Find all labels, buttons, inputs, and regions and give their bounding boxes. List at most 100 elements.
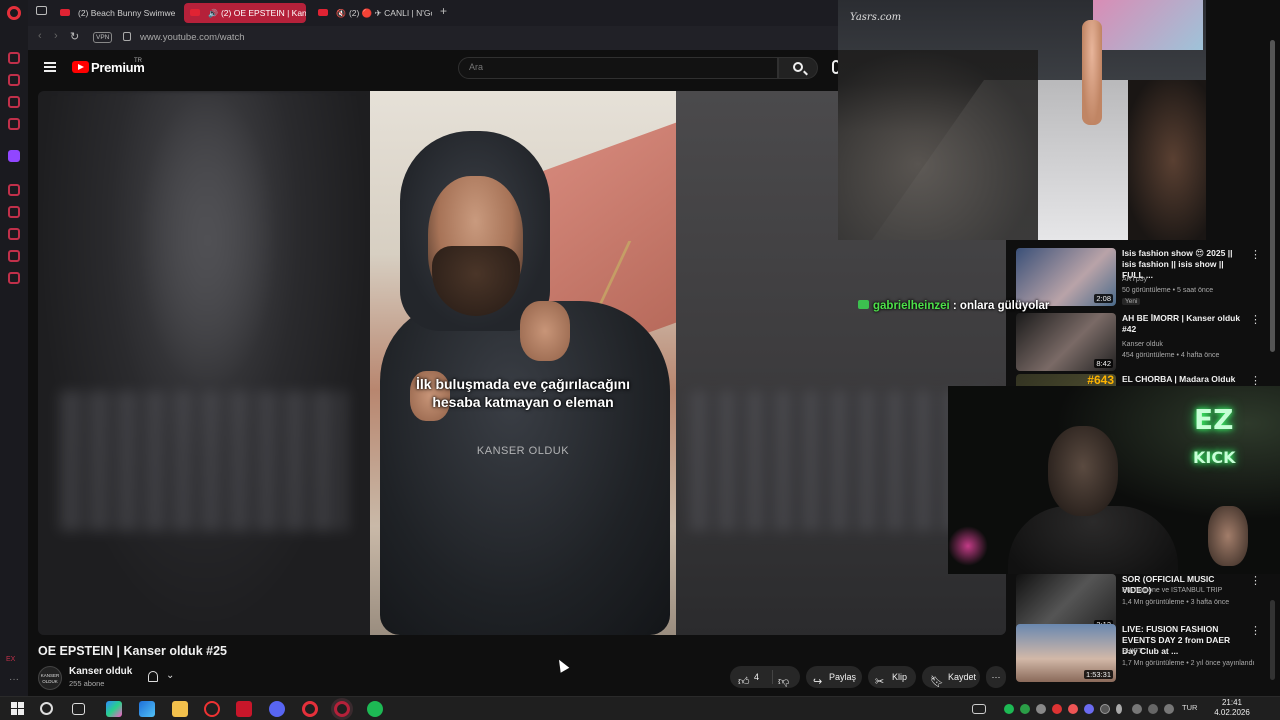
clip-button[interactable]: ✂ Klip [868, 666, 916, 688]
spotify-tray-icon[interactable] [1004, 704, 1014, 714]
tab-canli[interactable]: 🔇(2) 🔴 ✈ CANLI | N'Golo [312, 3, 432, 23]
obs-icon[interactable] [204, 701, 220, 717]
tray-app-icon[interactable] [1100, 704, 1110, 714]
language-indicator[interactable]: TUR [1182, 703, 1197, 712]
backdrop-screen [1093, 0, 1203, 50]
ez-neon-sign: EZ [1194, 403, 1234, 436]
channel-name[interactable]: Kanser olduk [1122, 341, 1163, 348]
messenger-icon[interactable] [8, 74, 20, 86]
more-options-icon[interactable]: ⋮ [1250, 313, 1261, 326]
like-count[interactable]: 4 [754, 666, 759, 688]
forward-icon[interactable]: › [54, 30, 58, 42]
video-title[interactable]: AH BE İMORR | Kanser olduk #42 [1122, 313, 1246, 335]
tray-app-icon[interactable] [1132, 704, 1142, 714]
back-icon[interactable]: ‹ [38, 30, 42, 42]
video-editor-icon[interactable] [236, 701, 252, 717]
extensions-icon[interactable] [8, 250, 20, 262]
save-button[interactable]: 🔖︎ Kaydet [922, 666, 980, 688]
mail-icon[interactable] [8, 118, 20, 130]
sidebar-more-icon[interactable]: ··· [9, 674, 19, 685]
video-thumbnail[interactable]: 1:53:31 [1016, 624, 1116, 682]
settings-icon[interactable] [8, 272, 20, 284]
video-title[interactable]: EL CHORBA | Madara Olduk [1122, 374, 1246, 385]
copilot-icon[interactable] [106, 701, 122, 717]
save-label: Kaydet [948, 672, 977, 682]
discord-icon[interactable] [269, 701, 285, 717]
kick-neon-sign: KICK [1193, 448, 1236, 467]
list-item[interactable]: 1:53:31 LIVE: FUSION FASHION EVENTS DAY … [1016, 624, 1266, 684]
instagram-icon[interactable] [8, 96, 20, 108]
opera-logo-icon[interactable] [7, 6, 21, 20]
reload-icon[interactable]: ↻ [70, 30, 79, 43]
hamburger-menu-icon[interactable] [44, 62, 56, 72]
channel-avatar[interactable]: KANSER OLDUK [38, 666, 62, 690]
more-actions-button[interactable]: ··· [986, 666, 1006, 688]
dislike-icon[interactable]: 👎︎ [778, 671, 789, 693]
share-button[interactable]: ↪ Paylaş [806, 666, 862, 688]
chevron-down-icon: ⌄ [166, 670, 175, 681]
runway-model [1082, 20, 1102, 125]
microphone-tray-icon[interactable] [1116, 704, 1122, 714]
like-icon[interactable]: 👍︎ [738, 671, 750, 693]
tab-menu-icon[interactable] [36, 6, 47, 15]
lock-icon[interactable] [123, 32, 131, 41]
channel-name[interactable]: SHIFT [1122, 648, 1142, 655]
streamer-hand [1208, 506, 1248, 566]
vpn-badge[interactable]: VPN [93, 32, 113, 43]
new-tab-plus-icon[interactable]: + [440, 4, 447, 18]
more-options-icon[interactable]: ⋮ [1250, 574, 1261, 587]
edge-icon[interactable] [139, 701, 155, 717]
channel-name[interactable]: Kanser olduk [69, 666, 132, 677]
tray-app-icon[interactable] [1020, 704, 1030, 714]
url-field[interactable]: www.youtube.com/watch [140, 32, 245, 43]
notification-bell-button[interactable]: ⌄ [140, 667, 184, 687]
youtube-header: Premium TR [28, 50, 840, 90]
tray-app-icon[interactable] [1068, 704, 1078, 714]
search-input[interactable] [469, 62, 749, 72]
tray-app-icon[interactable] [1052, 704, 1062, 714]
audience [838, 50, 1038, 240]
subtitle-line: İlk buluşmada eve çağırılacağını [416, 376, 630, 392]
search-button[interactable] [778, 57, 818, 79]
bookmark-icon: 🔖︎ [930, 676, 944, 688]
video-meta: 454 görüntüleme • 4 hafta önce [1122, 352, 1220, 359]
video-meta: 50 görüntüleme • 5 saat önce [1122, 287, 1214, 294]
volume-icon[interactable] [1164, 704, 1174, 714]
more-options-icon[interactable]: ⋮ [1250, 624, 1261, 637]
video-frame[interactable]: İlk buluşmada eve çağırılacağını hesaba … [370, 91, 676, 635]
file-explorer-icon[interactable] [172, 701, 188, 717]
list-item[interactable]: 2:08 Isis fashion show 😍 2025 || isis fa… [1016, 248, 1266, 308]
youtube-tab-icon [60, 9, 70, 16]
task-view-icon[interactable] [72, 703, 85, 715]
tray-app-icon[interactable] [1084, 704, 1094, 714]
list-item[interactable]: 8:42 AH BE İMORR | Kanser olduk #42 Kans… [1016, 313, 1266, 373]
twitch-icon[interactable] [8, 150, 20, 162]
more-options-icon[interactable]: ⋮ [1250, 248, 1261, 261]
keyboard-icon[interactable] [972, 704, 986, 714]
tab-oe-epstein[interactable]: 🔊 (2) OE EPSTEIN | Kans [184, 3, 306, 23]
system-clock[interactable]: 21:41 4.02.2026 [1209, 698, 1255, 718]
channel-name[interactable]: Era7capone ve ISTANBUL TRIP [1122, 587, 1222, 594]
search-box[interactable] [458, 57, 778, 79]
opera-gx-icon[interactable] [334, 701, 350, 717]
speaker-icon: 🔊 [208, 9, 218, 18]
video-thumbnail[interactable]: 2:08 [1016, 248, 1116, 306]
youtube-logo-icon[interactable] [72, 61, 89, 73]
tray-app-icon[interactable] [1036, 704, 1046, 714]
windows-start-icon[interactable] [10, 701, 26, 717]
player-icon[interactable] [8, 184, 20, 196]
opera-icon[interactable] [302, 701, 318, 717]
channel-name[interactable]: ARTp3y [1122, 276, 1147, 283]
video-thumbnail[interactable]: 8:42 [1016, 313, 1116, 371]
scrollbar-thumb[interactable] [1270, 600, 1275, 680]
search-icon[interactable] [40, 702, 53, 715]
aria-icon[interactable] [8, 52, 20, 64]
scrollbar-thumb[interactable] [1270, 40, 1275, 352]
spotify-icon[interactable] [367, 701, 383, 717]
bookmarks-icon[interactable] [8, 206, 20, 218]
history-icon[interactable] [8, 228, 20, 240]
tab-beach-bunny[interactable]: (2) Beach Bunny Swimwe [54, 3, 178, 23]
scissors-icon: ✂ [875, 676, 885, 688]
network-icon[interactable] [1148, 704, 1158, 714]
clip-label: Klip [892, 672, 908, 682]
